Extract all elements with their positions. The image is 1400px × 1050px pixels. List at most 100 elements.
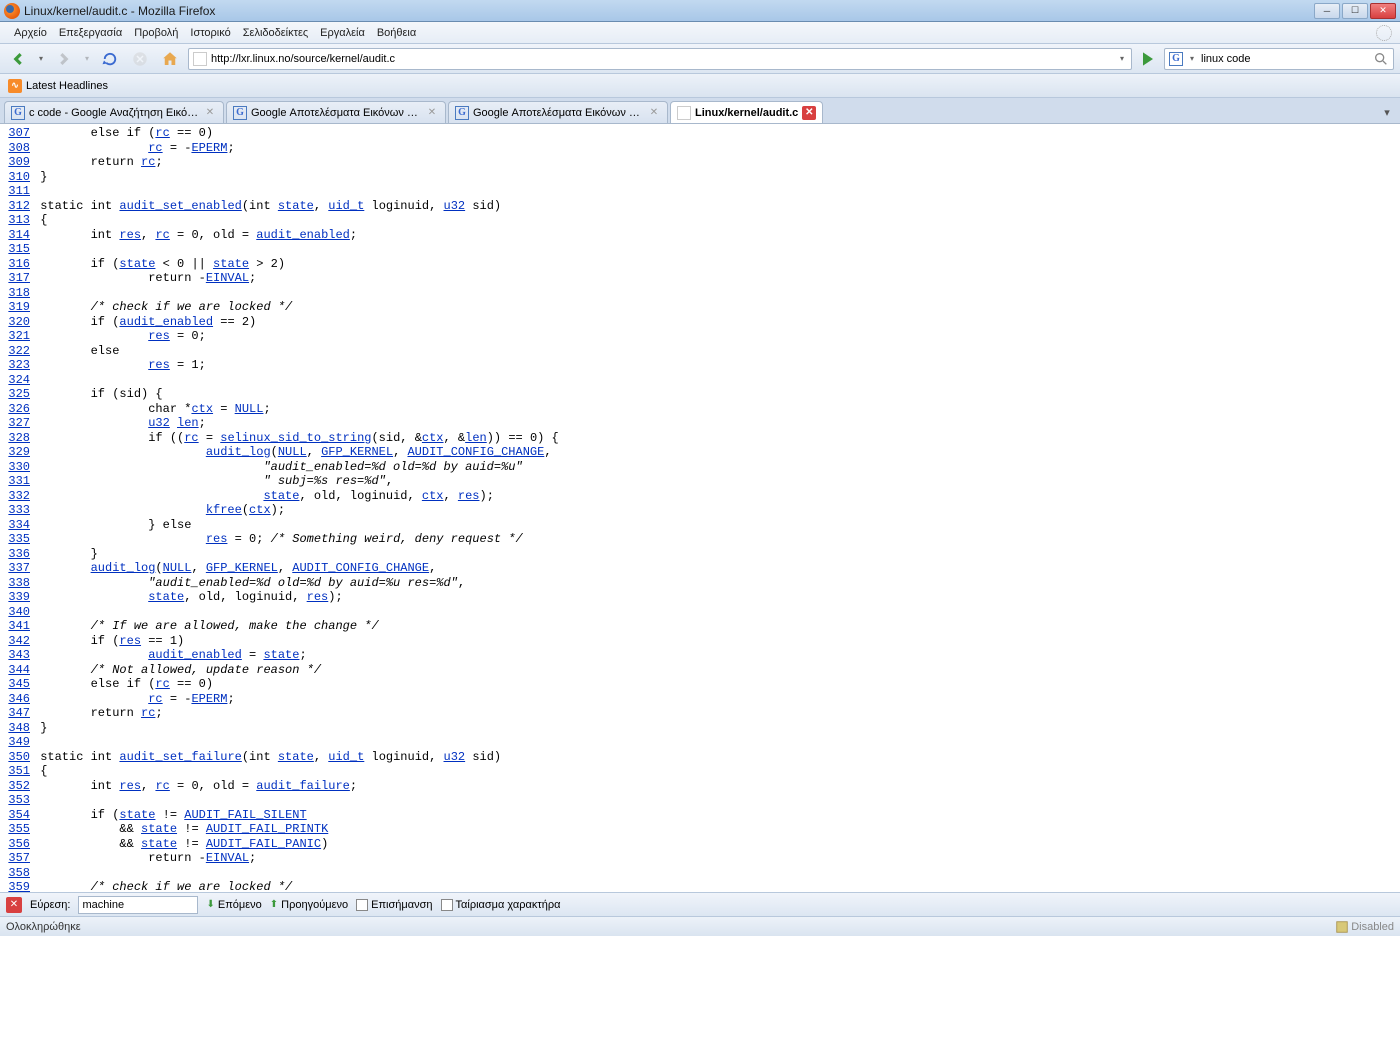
- line-number-link[interactable]: 319: [4, 300, 30, 315]
- line-number-link[interactable]: 336: [4, 547, 30, 562]
- menu-view[interactable]: Προβολή: [128, 25, 184, 41]
- identifier-link[interactable]: GFP_KERNEL: [321, 445, 393, 459]
- line-number-link[interactable]: 348: [4, 721, 30, 736]
- identifier-link[interactable]: res: [206, 532, 228, 546]
- find-close-button[interactable]: ✕: [6, 897, 22, 913]
- find-matchcase-checkbox[interactable]: Ταίριασμα χαρακτήρα: [441, 899, 561, 911]
- line-number-link[interactable]: 357: [4, 851, 30, 866]
- line-number-link[interactable]: 328: [4, 431, 30, 446]
- identifier-link[interactable]: rc: [155, 677, 169, 691]
- tab-close-icon[interactable]: ✕: [802, 106, 816, 120]
- menu-edit[interactable]: Επεξεργασία: [53, 25, 128, 41]
- line-number-link[interactable]: 307: [4, 126, 30, 141]
- line-number-link[interactable]: 339: [4, 590, 30, 605]
- identifier-link[interactable]: ctx: [249, 503, 271, 517]
- line-number-link[interactable]: 324: [4, 373, 30, 388]
- identifier-link[interactable]: state: [278, 199, 314, 213]
- maximize-button[interactable]: ☐: [1342, 3, 1368, 19]
- identifier-link[interactable]: len: [465, 431, 487, 445]
- find-input[interactable]: [78, 896, 198, 914]
- menu-file[interactable]: Αρχείο: [8, 25, 53, 41]
- url-dropdown[interactable]: ▾: [1117, 54, 1127, 63]
- tab-3[interactable]: Linux/kernel/audit.c✕: [670, 101, 823, 123]
- line-number-link[interactable]: 351: [4, 764, 30, 779]
- identifier-link[interactable]: state: [263, 648, 299, 662]
- line-number-link[interactable]: 356: [4, 837, 30, 852]
- tab-list-dropdown[interactable]: ▾: [1378, 101, 1396, 123]
- line-number-link[interactable]: 325: [4, 387, 30, 402]
- identifier-link[interactable]: audit_set_failure: [119, 750, 241, 764]
- line-number-link[interactable]: 326: [4, 402, 30, 417]
- bookmark-latest-headlines[interactable]: Latest Headlines: [26, 80, 108, 92]
- identifier-link[interactable]: rc: [141, 706, 155, 720]
- identifier-link[interactable]: uid_t: [328, 750, 364, 764]
- identifier-link[interactable]: rc: [141, 155, 155, 169]
- identifier-link[interactable]: ctx: [422, 489, 444, 503]
- search-engine-dropdown[interactable]: ▾: [1187, 54, 1197, 63]
- find-prev-button[interactable]: ⬆Προηγούμενο: [270, 899, 348, 911]
- identifier-link[interactable]: state: [148, 590, 184, 604]
- identifier-link[interactable]: uid_t: [328, 199, 364, 213]
- line-number-link[interactable]: 322: [4, 344, 30, 359]
- line-number-link[interactable]: 340: [4, 605, 30, 620]
- find-next-button[interactable]: ⬇Επόμενο: [206, 899, 261, 911]
- url-input[interactable]: [211, 53, 1113, 65]
- line-number-link[interactable]: 310: [4, 170, 30, 185]
- identifier-link[interactable]: state: [278, 750, 314, 764]
- identifier-link[interactable]: NULL: [235, 402, 264, 416]
- identifier-link[interactable]: audit_failure: [256, 779, 350, 793]
- line-number-link[interactable]: 354: [4, 808, 30, 823]
- identifier-link[interactable]: u32: [444, 199, 466, 213]
- identifier-link[interactable]: rc: [155, 779, 169, 793]
- tab-close-icon[interactable]: ✕: [425, 106, 439, 120]
- find-highlight-button[interactable]: Επισήμανση: [356, 899, 432, 911]
- identifier-link[interactable]: AUDIT_FAIL_SILENT: [184, 808, 306, 822]
- line-number-link[interactable]: 334: [4, 518, 30, 533]
- back-dropdown[interactable]: ▾: [36, 54, 46, 63]
- line-number-link[interactable]: 329: [4, 445, 30, 460]
- identifier-link[interactable]: EPERM: [191, 141, 227, 155]
- identifier-link[interactable]: audit_enabled: [256, 228, 350, 242]
- identifier-link[interactable]: state: [119, 257, 155, 271]
- line-number-link[interactable]: 320: [4, 315, 30, 330]
- identifier-link[interactable]: AUDIT_FAIL_PRINTK: [206, 822, 328, 836]
- identifier-link[interactable]: audit_set_enabled: [119, 199, 241, 213]
- identifier-link[interactable]: res: [119, 779, 141, 793]
- identifier-link[interactable]: EINVAL: [206, 851, 249, 865]
- identifier-link[interactable]: rc: [155, 126, 169, 140]
- line-number-link[interactable]: 316: [4, 257, 30, 272]
- identifier-link[interactable]: audit_enabled: [119, 315, 213, 329]
- line-number-link[interactable]: 349: [4, 735, 30, 750]
- line-number-link[interactable]: 311: [4, 184, 30, 199]
- menu-history[interactable]: Ιστορικό: [184, 25, 236, 41]
- tab-close-icon[interactable]: ✕: [647, 106, 661, 120]
- identifier-link[interactable]: AUDIT_CONFIG_CHANGE: [292, 561, 429, 575]
- line-number-link[interactable]: 323: [4, 358, 30, 373]
- identifier-link[interactable]: res: [307, 590, 329, 604]
- menu-tools[interactable]: Εργαλεία: [314, 25, 371, 41]
- line-number-link[interactable]: 359: [4, 880, 30, 892]
- search-go-icon[interactable]: [1373, 51, 1389, 67]
- line-number-link[interactable]: 309: [4, 155, 30, 170]
- identifier-link[interactable]: rc: [155, 228, 169, 242]
- tab-close-icon[interactable]: ✕: [203, 106, 217, 120]
- identifier-link[interactable]: state: [213, 257, 249, 271]
- identifier-link[interactable]: state: [141, 822, 177, 836]
- identifier-link[interactable]: NULL: [278, 445, 307, 459]
- minimize-button[interactable]: ─: [1314, 3, 1340, 19]
- identifier-link[interactable]: len: [177, 416, 199, 430]
- go-button[interactable]: [1138, 49, 1158, 69]
- identifier-link[interactable]: NULL: [163, 561, 192, 575]
- line-number-link[interactable]: 332: [4, 489, 30, 504]
- line-number-link[interactable]: 308: [4, 141, 30, 156]
- line-number-link[interactable]: 327: [4, 416, 30, 431]
- line-number-link[interactable]: 338: [4, 576, 30, 591]
- identifier-link[interactable]: ctx: [422, 431, 444, 445]
- line-number-link[interactable]: 345: [4, 677, 30, 692]
- identifier-link[interactable]: rc: [184, 431, 198, 445]
- google-search-icon[interactable]: G: [1169, 52, 1183, 66]
- line-number-link[interactable]: 353: [4, 793, 30, 808]
- close-button[interactable]: ✕: [1370, 3, 1396, 19]
- identifier-link[interactable]: rc: [148, 692, 162, 706]
- stop-button[interactable]: [128, 47, 152, 71]
